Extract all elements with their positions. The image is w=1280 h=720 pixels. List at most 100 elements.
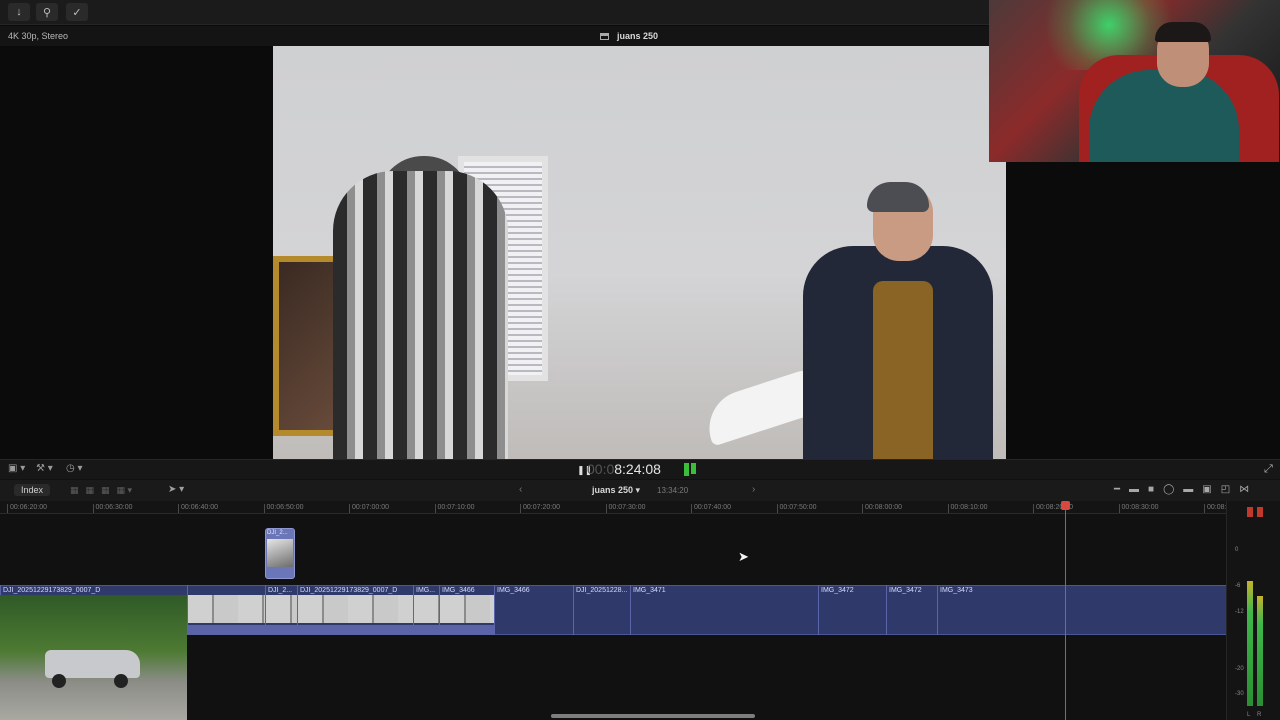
background-tasks-button[interactable]: ✓ (66, 3, 88, 21)
truck-wheel (114, 674, 128, 688)
clip-filmstrip (266, 595, 297, 623)
right-peak-indicator (1257, 507, 1263, 517)
webcam-overlay (989, 0, 1280, 162)
timeline-scrollbar[interactable] (551, 714, 755, 718)
timeline-header: Index ▦ ▦ ▦ ▦ ▾ ➤ ▾ ‹ juans 250 ▾ 13:34:… (0, 479, 1280, 501)
timeline-clip[interactable]: IMG_3466 (494, 585, 573, 635)
meter-scale-label: -20 (1235, 666, 1244, 672)
left-channel-label: L (1247, 712, 1251, 718)
timeline-clip[interactable]: DJI_2... (265, 585, 297, 635)
clip-audio-waveform (440, 625, 494, 635)
ruler-tick: 00:07:10:00 (434, 504, 475, 513)
snapping-icon[interactable]: ▬ (1183, 484, 1193, 495)
retime-icon[interactable]: ◷ ▾ (66, 463, 83, 474)
ruler-tick: 00:06:30:00 (92, 504, 133, 513)
project-name-text: juans 250 (592, 485, 634, 495)
clip-filmstrip (414, 595, 439, 623)
clip-name: IMG... (416, 587, 436, 594)
insert-clip-icon[interactable]: ▦ (86, 485, 95, 496)
ruler-tick: 00:08: (1203, 504, 1227, 513)
ruler-tick: 00:07:00:00 (349, 504, 389, 513)
clapper-icon (600, 32, 609, 40)
index-button[interactable]: Index (14, 484, 51, 496)
effects-browser-icon[interactable]: ◰ (1221, 484, 1230, 495)
left-level-bar (1247, 580, 1253, 706)
transitions-browser-icon[interactable]: ⋈ (1239, 484, 1249, 495)
timeline-project-name[interactable]: juans 250 ▾ (592, 485, 640, 496)
connected-clip-thumbnail (267, 539, 293, 567)
clip-name: DJI_20251229173829_0007_D (3, 587, 101, 594)
timeline-clip[interactable]: DJI_20251229173829_0007_D (297, 585, 413, 635)
timeline-clip[interactable]: DJI_20251228... (573, 585, 630, 635)
meter-scale-label: -30 (1235, 691, 1244, 697)
timecode-dim: 00:0 (587, 461, 615, 477)
headphones-icon[interactable]: ◯ (1163, 484, 1174, 495)
ruler-tick: 00:08:00:00 (862, 504, 902, 513)
viewer-options-icon[interactable]: ▣ ▾ (8, 463, 25, 474)
ruler-tick: 00:07:50:00 (776, 504, 817, 513)
person-right-overalls (873, 281, 933, 459)
ruler-tick: 00:06:50:00 (263, 504, 304, 513)
connected-clip-name: DJI_2... (267, 530, 288, 536)
timeline-clip[interactable]: IMG_3472 (818, 585, 886, 635)
playhead[interactable] (1065, 501, 1066, 720)
timeline-clip[interactable] (187, 585, 265, 635)
fullscreen-icon[interactable]: ⤢ (1264, 463, 1273, 476)
webcam-person-body (1089, 70, 1239, 162)
clip-audio-waveform (266, 625, 297, 635)
timecode-display[interactable]: 00:08:24:08 (587, 461, 661, 477)
timeline-clip[interactable]: IMG_3471 (630, 585, 818, 635)
key-icon: ⚲ (42, 6, 52, 19)
clip-name: DJI_2... (268, 587, 293, 594)
viewer-project-title: juans 250 (617, 31, 659, 41)
clip-filmstrip (188, 595, 265, 623)
append-clip-icon[interactable]: ▦ (101, 485, 110, 496)
timeline-clip[interactable]: IMG_3472 (886, 585, 937, 635)
transport-bar: ▣ ▾ ⚒ ▾ ◷ ▾ ❚❚ 00:08:24:08 ⤢ (0, 459, 1280, 479)
select-tool-icon[interactable]: ➤ ▾ (168, 484, 184, 495)
format-label: 4K 30p, Stereo (8, 31, 69, 41)
timeline-back-icon[interactable]: ‹ (519, 484, 522, 495)
top-toolbar: ↓ ⚲ ✓ (0, 0, 989, 25)
viewer-title: juans 250 (600, 31, 658, 41)
timecode-value: 8:24:08 (614, 461, 661, 477)
timeline-ruler[interactable]: 00:06:20:00 00:06:30:00 00:06:40:00 00:06:5… (0, 501, 1226, 514)
person-right-beanie (867, 182, 929, 212)
mouse-pointer-icon: ➤ (738, 549, 749, 564)
overwrite-clip-icon[interactable]: ▦ ▾ (117, 485, 133, 496)
clip-name: IMG_3471 (633, 587, 666, 594)
download-arrow-icon: ↓ (16, 6, 22, 18)
meter-scale-label: -12 (1235, 609, 1244, 615)
timeline-clip[interactable]: IMG_3466 (439, 585, 494, 635)
right-level-bar (1257, 595, 1263, 706)
import-media-button[interactable]: ↓ (8, 3, 30, 21)
timeline-right-tools: ━ ▬ ■ ◯ ▬ ▣ ◰ ⋈ (1114, 484, 1249, 495)
edit-tools: ▦ ▦ ▦ ▦ ▾ (70, 485, 132, 496)
ruler-tick: 00:07:40:00 (691, 504, 731, 513)
timeline-clip[interactable]: IMG... (413, 585, 439, 635)
truck-wheel (52, 674, 66, 688)
webcam-person-hair (1155, 22, 1211, 42)
project-duration: 13:34:20 (657, 486, 689, 495)
connect-clip-icon[interactable]: ▦ (70, 485, 79, 496)
clip-appearance-icon[interactable]: ▣ (1202, 484, 1211, 495)
clip-name: IMG_3466 (497, 587, 530, 594)
right-channel-label: R (1257, 712, 1262, 718)
timeline-clip[interactable]: IMG_3473 (937, 585, 1226, 635)
clip-audio-waveform (298, 625, 413, 635)
clip-name: IMG_3473 (940, 587, 973, 594)
ruler-tick: 00:08:10:00 (947, 504, 988, 513)
timeline-forward-icon[interactable]: › (752, 484, 755, 495)
keywords-button[interactable]: ⚲ (36, 3, 58, 21)
audio-skimming-icon[interactable]: ■ (1148, 484, 1154, 495)
video-frame[interactable] (273, 46, 1006, 459)
skimming-icon[interactable]: ▬ (1129, 484, 1139, 495)
clip-name: IMG_3472 (821, 587, 854, 594)
zoom-to-fit-icon[interactable]: ━ (1114, 484, 1120, 495)
ruler-tick: 00:07:30:00 (605, 504, 646, 513)
connected-clip[interactable]: DJI_2... (265, 528, 295, 579)
clip-audio-waveform (188, 625, 265, 635)
enhancements-icon[interactable]: ⚒ ▾ (36, 463, 53, 474)
ruler-tick: 00:06:20:00 (7, 504, 47, 513)
viewer-info-bar: 4K 30p, Stereo juans 250 (0, 26, 989, 46)
